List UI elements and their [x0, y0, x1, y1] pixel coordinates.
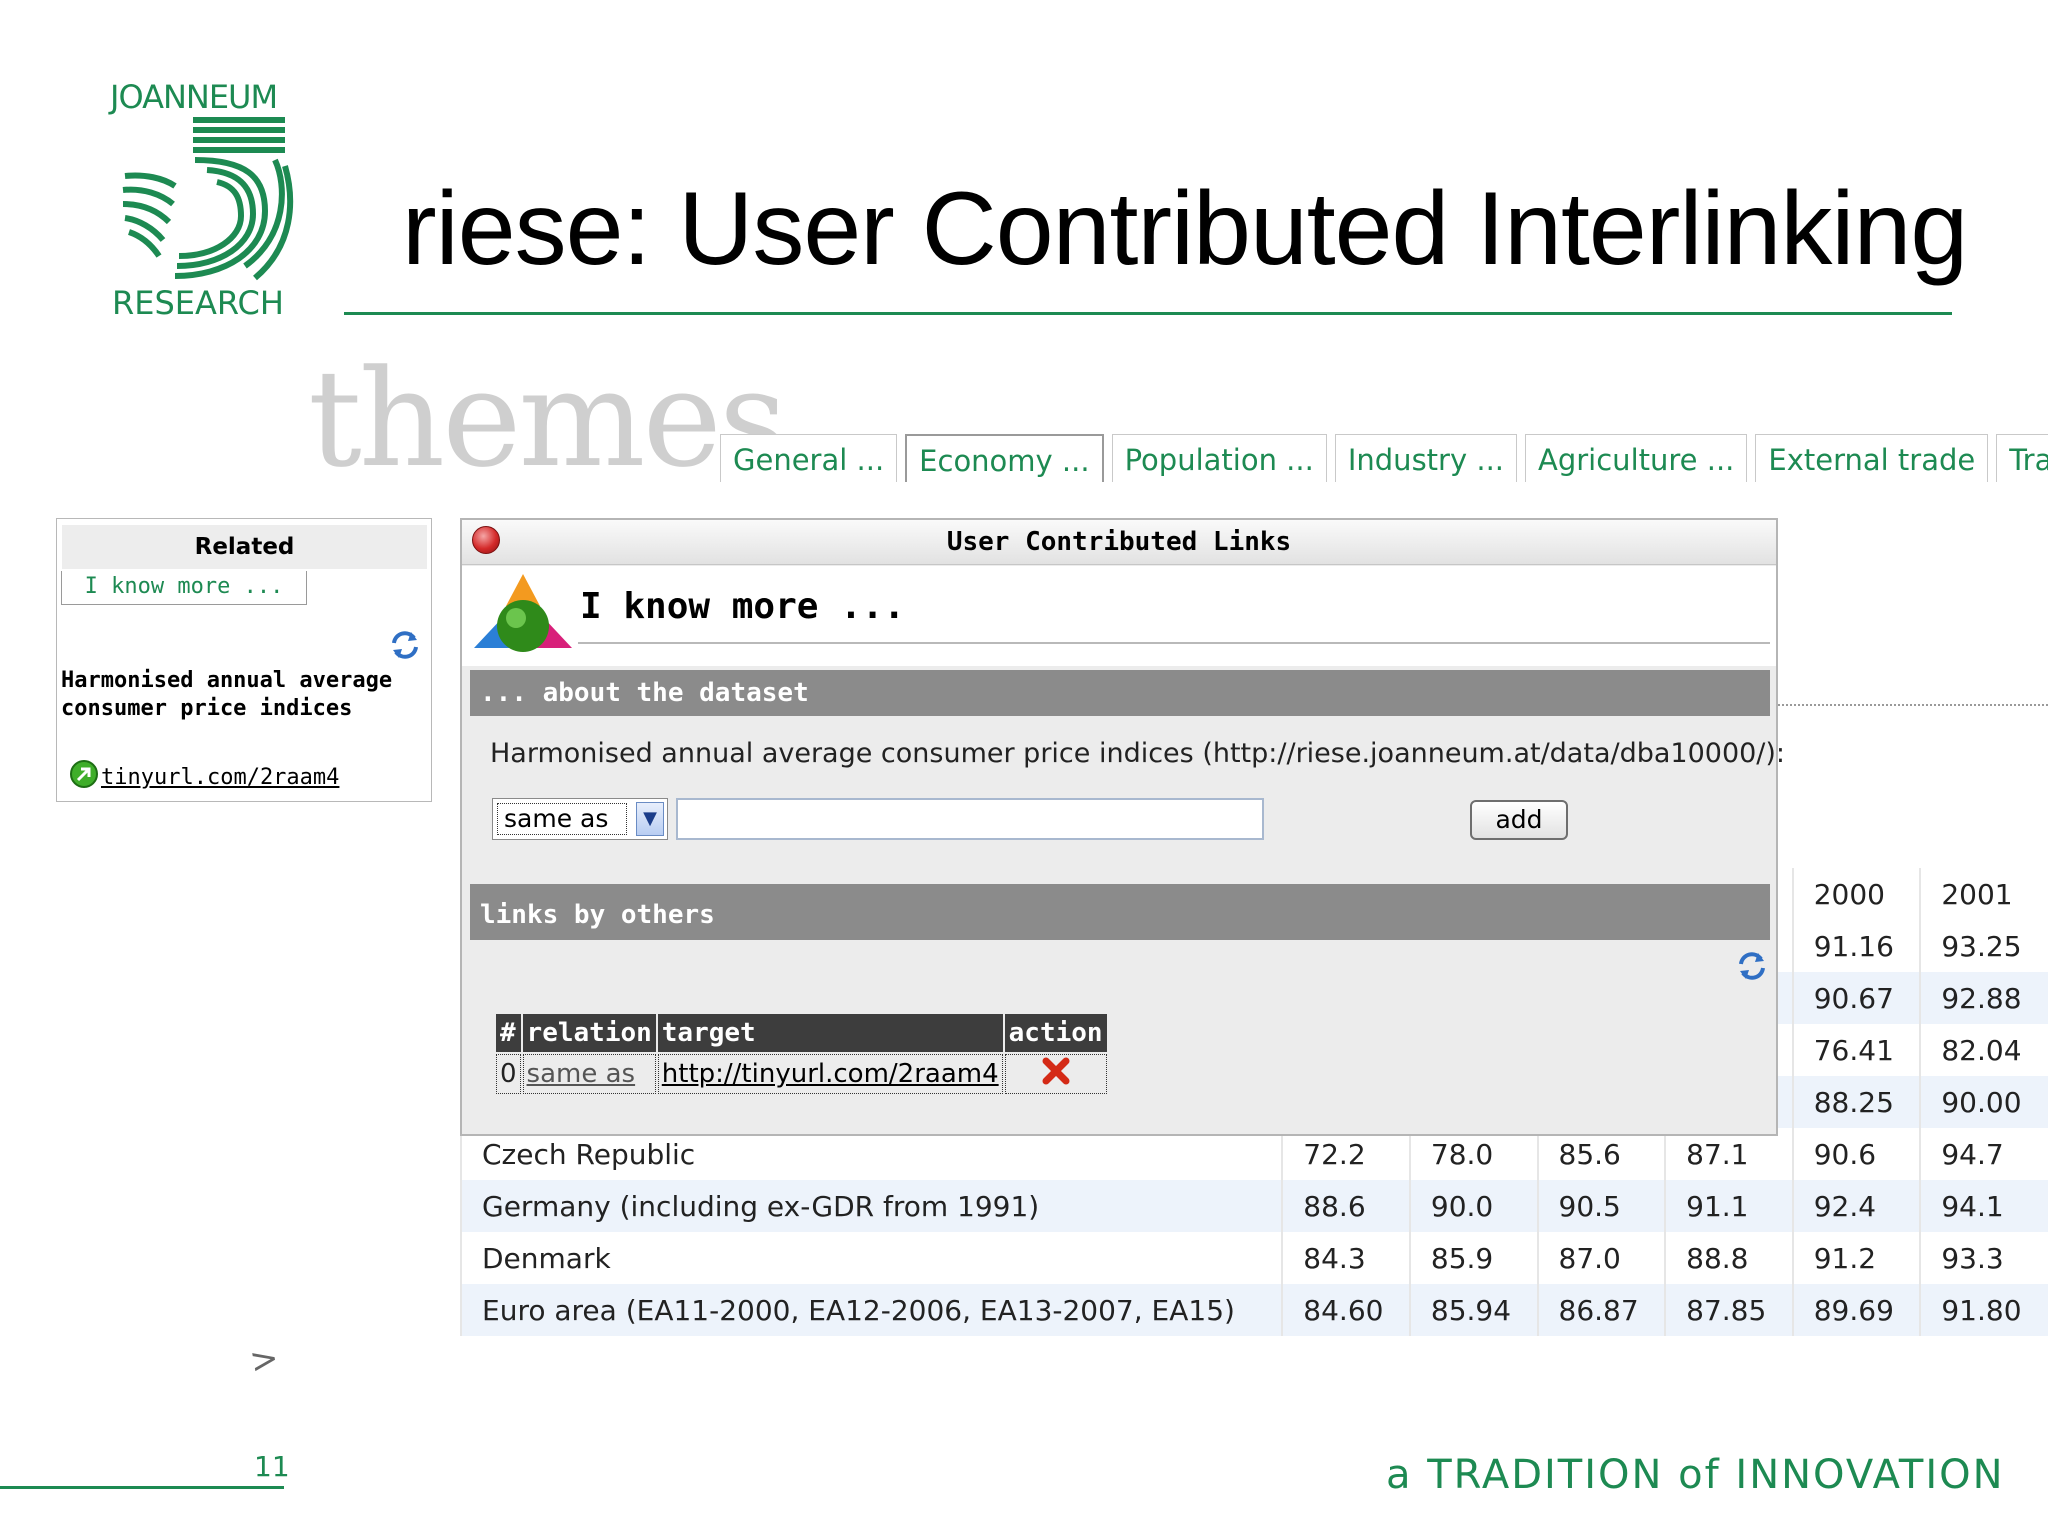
table-cell: 93.25: [1919, 920, 2048, 972]
dataset-link[interactable]: tinyurl.com/2raam4: [101, 765, 339, 790]
table-cell: 91.2: [1791, 1232, 1921, 1284]
dialog-heading: I know more ...: [580, 586, 906, 627]
table-row: Germany (including ex-GDR from 1991) 88.…: [459, 1180, 2048, 1232]
table-row: Euro area (EA11-2000, EA12-2006, EA13-20…: [459, 1284, 2048, 1336]
table-row: Denmark 84.3 85.9 87.0 88.8 91.2 93.3: [459, 1232, 2048, 1284]
cursor-mark: >: [246, 1337, 282, 1383]
themes-heading: themes: [308, 341, 788, 497]
link-target[interactable]: http://tinyurl.com/2raam4: [657, 1054, 1003, 1094]
footer-divider: [0, 1486, 284, 1489]
tab-industry[interactable]: Industry ...: [1334, 434, 1518, 482]
links-table: # relation target action 0 same as http:…: [494, 1012, 1109, 1096]
related-heading: Related: [62, 525, 427, 569]
table-cell: 94.7: [1919, 1128, 2048, 1180]
user-contributed-links-dialog: User Contributed Links I know more ... .…: [460, 518, 1785, 1136]
table-cell: 84.3: [1281, 1232, 1410, 1284]
table-cell: 84.60: [1281, 1284, 1410, 1336]
tab-population[interactable]: Population ...: [1111, 434, 1327, 482]
logo-top-text: JOANNEUM: [110, 78, 278, 116]
table-cell: 89.69: [1791, 1284, 1921, 1336]
table-cell: 88.25: [1791, 1076, 1921, 1128]
theme-tabs: General ... Economy ... Population ... Indu…: [720, 434, 2048, 482]
link-action: [1004, 1054, 1107, 1094]
tab-economy[interactable]: Economy ...: [905, 434, 1104, 482]
table-cell: 91.80: [1919, 1284, 2048, 1336]
table-cell: 91.16: [1791, 920, 1921, 972]
table-cell: 90.00: [1919, 1076, 2048, 1128]
dialog-title: User Contributed Links: [946, 527, 1292, 557]
joanneum-logo: JOANNEUM RESEARCH: [105, 78, 295, 328]
joanneum-logo-icon: [122, 117, 294, 281]
link-index: 0: [496, 1054, 521, 1094]
country-cell: Germany (including ex-GDR from 1991): [459, 1180, 1283, 1232]
column-header: 2001: [1919, 868, 2048, 920]
related-panel: Related I know more ... Harmonised annua…: [56, 518, 432, 802]
dotted-separator: [1774, 704, 2048, 706]
dataset-title: Harmonised annual average consumer price…: [61, 668, 393, 721]
title-divider: [344, 312, 1952, 315]
dialog-header: I know more ...: [462, 566, 1776, 666]
section-links-bar: links by others: [470, 884, 1770, 940]
dialog-titlebar[interactable]: User Contributed Links: [462, 520, 1776, 565]
table-cell: 92.88: [1919, 972, 2048, 1024]
orb-icon: [474, 574, 572, 652]
table-cell: 87.0: [1536, 1232, 1666, 1284]
column-header: relation: [522, 1014, 656, 1052]
refresh-icon[interactable]: [1736, 950, 1768, 982]
table-cell: 93.3: [1919, 1232, 2048, 1284]
refresh-icon[interactable]: [389, 629, 421, 661]
section-dataset-bar: ... about the dataset: [470, 670, 1770, 716]
go-arrow-icon: [70, 760, 98, 788]
logo-bottom-text: RESEARCH: [112, 284, 284, 322]
tab-agriculture[interactable]: Agriculture ...: [1525, 434, 1748, 482]
column-header: target: [657, 1014, 1003, 1052]
column-header: 2000: [1791, 868, 1921, 920]
target-url-input[interactable]: [676, 798, 1264, 840]
link-row: 0 same as http://tinyurl.com/2raam4: [496, 1054, 1107, 1094]
table-cell: 94.1: [1919, 1180, 2048, 1232]
table-cell: 91.1: [1664, 1180, 1793, 1232]
table-cell: 90.67: [1791, 972, 1921, 1024]
relation-select[interactable]: same as ▼: [492, 798, 668, 840]
table-cell: 90.0: [1408, 1180, 1538, 1232]
country-cell: Denmark: [459, 1232, 1283, 1284]
tagline: a TRADITION of INNOVATION: [1386, 1452, 2005, 1498]
i-know-more-tab[interactable]: I know more ...: [61, 571, 307, 605]
tab-general[interactable]: General ...: [720, 434, 898, 482]
table-cell: 85.9: [1408, 1232, 1538, 1284]
tab-transport[interactable]: Tra: [1996, 434, 2048, 482]
table-cell: 88.6: [1281, 1180, 1410, 1232]
links-header-row: # relation target action: [496, 1014, 1107, 1052]
slide-title: riese: User Contributed Interlinking: [402, 171, 1968, 287]
dataset-description: Harmonised annual average consumer price…: [490, 738, 1786, 769]
relation-select-value: same as: [497, 803, 627, 835]
table-cell: 90.5: [1536, 1180, 1666, 1232]
table-cell: 86.87: [1536, 1284, 1666, 1336]
page-number: 11: [254, 1450, 290, 1483]
heading-divider: [578, 642, 1770, 644]
country-cell: Euro area (EA11-2000, EA12-2006, EA13-20…: [459, 1284, 1283, 1336]
link-relation[interactable]: same as: [522, 1054, 656, 1094]
chevron-down-icon[interactable]: ▼: [636, 802, 664, 836]
table-cell: 82.04: [1919, 1024, 2048, 1076]
close-icon[interactable]: [472, 526, 500, 554]
column-header: #: [496, 1014, 521, 1052]
table-cell: 90.6: [1791, 1128, 1921, 1180]
table-cell: 88.8: [1664, 1232, 1793, 1284]
table-cell: 85.94: [1408, 1284, 1538, 1336]
table-cell: 76.41: [1791, 1024, 1921, 1076]
table-cell: 87.85: [1664, 1284, 1793, 1336]
column-header: action: [1004, 1014, 1107, 1052]
delete-icon[interactable]: [1041, 1056, 1071, 1086]
table-cell: 92.4: [1791, 1180, 1921, 1232]
add-button[interactable]: add: [1470, 800, 1568, 840]
tab-external-trade[interactable]: External trade: [1755, 434, 1989, 482]
